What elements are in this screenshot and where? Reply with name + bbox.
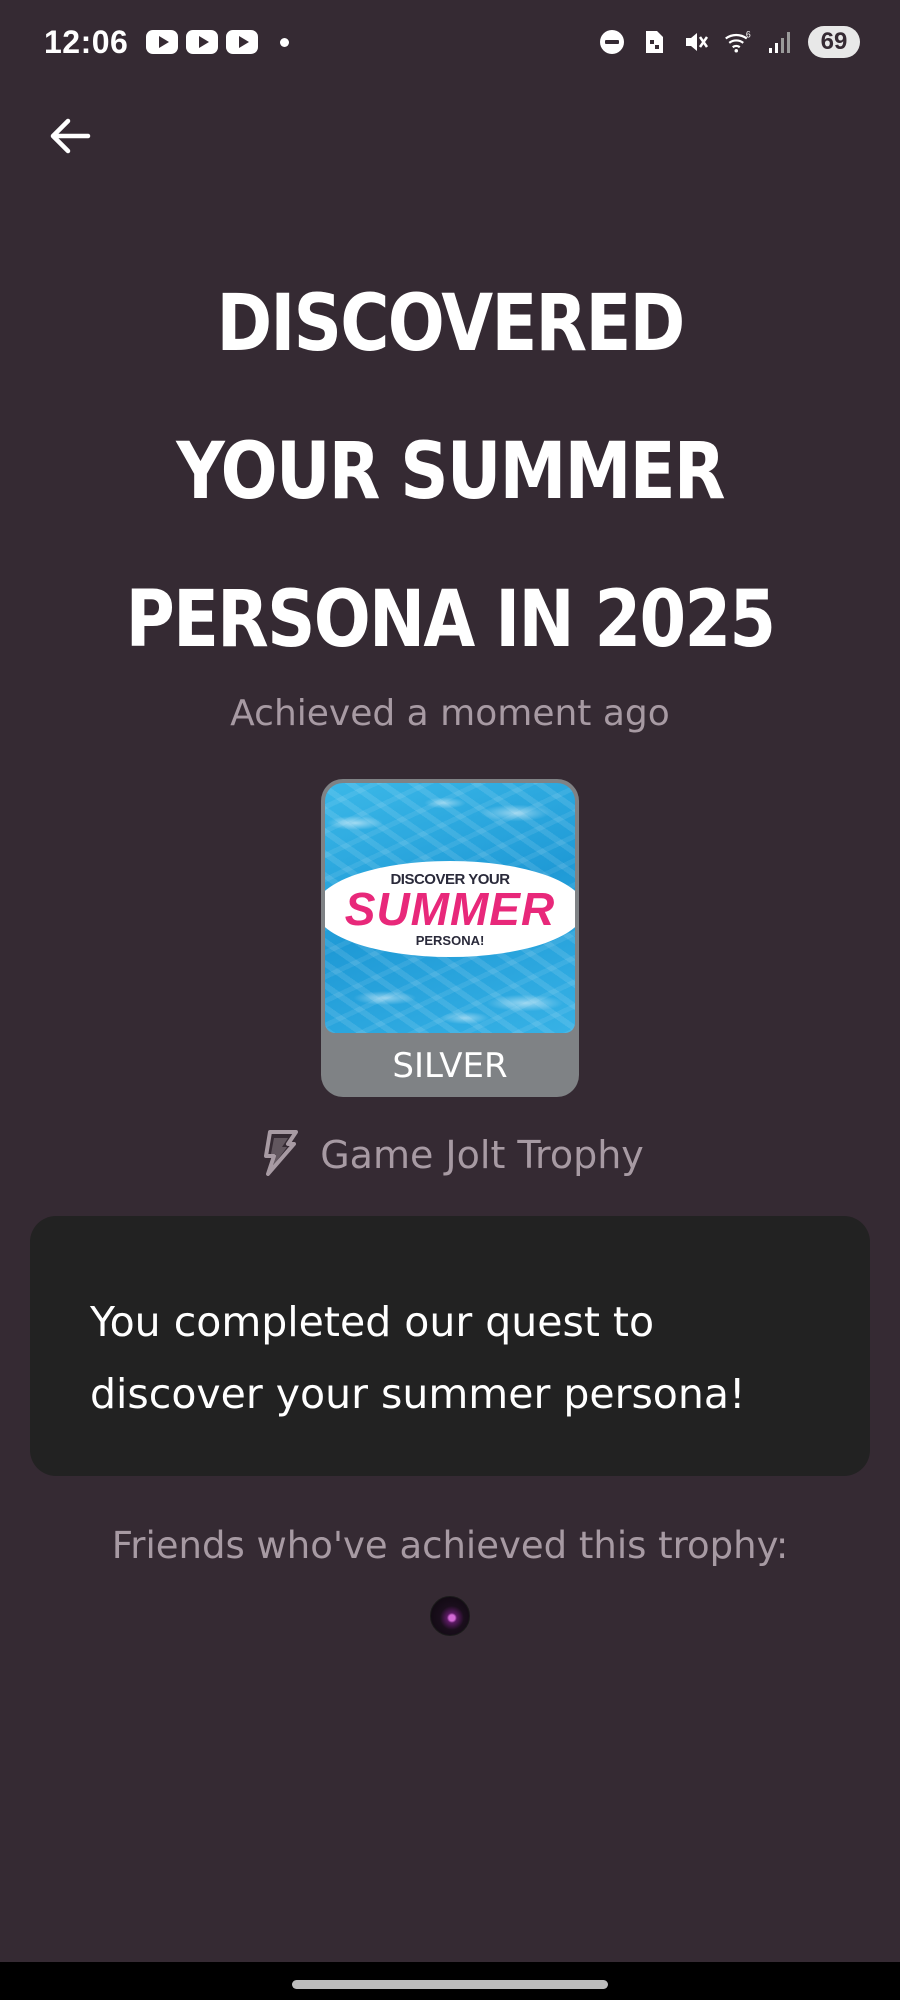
trophy-image-text-main: SUMMER <box>344 883 556 935</box>
wifi-icon: 6 <box>724 28 752 56</box>
trophy-description: You completed our quest to discover your… <box>90 1298 746 1418</box>
friends-label: Friends who've achieved this trophy: <box>111 1524 789 1567</box>
status-bar: 12:06 6 69 <box>0 0 900 84</box>
mute-icon <box>682 28 710 56</box>
battery-indicator: 69 <box>808 26 860 58</box>
youtube-icon <box>186 30 219 54</box>
achieved-time: Achieved a moment ago <box>230 693 670 734</box>
trophy-image: DISCOVER YOUR SUMMER PERSONA! <box>325 783 575 1033</box>
status-right: 6 69 <box>598 26 860 58</box>
avatar[interactable] <box>430 1596 470 1636</box>
wifi-badge: 6 <box>746 30 751 40</box>
trophy-image-text-bottom: PERSONA! <box>415 933 485 948</box>
trophy-tier-label: SILVER <box>392 1046 508 1086</box>
youtube-icon <box>226 30 259 54</box>
back-button[interactable] <box>42 110 98 166</box>
status-left: 12:06 <box>44 23 290 61</box>
trophy-description-card: You completed our quest to discover your… <box>30 1216 870 1476</box>
do-not-disturb-icon <box>598 28 626 56</box>
home-indicator[interactable] <box>292 1980 608 1989</box>
trophy-title: DISCOVERED YOUR SUMMER PERSONA IN 2025 <box>125 279 776 665</box>
status-time: 12:06 <box>44 23 129 60</box>
trophy-source: Game Jolt Trophy <box>0 1130 900 1180</box>
signal-icon <box>766 28 794 56</box>
gamejolt-bolt-icon <box>256 1130 300 1180</box>
youtube-icon <box>146 30 179 54</box>
more-notifications-dot-icon <box>280 37 290 47</box>
arrow-left-icon <box>48 116 92 160</box>
sim-icon <box>640 28 668 56</box>
trophy-card: DISCOVER YOUR SUMMER PERSONA! SILVER <box>321 779 579 1097</box>
trophy-source-label: Game Jolt Trophy <box>320 1133 644 1177</box>
